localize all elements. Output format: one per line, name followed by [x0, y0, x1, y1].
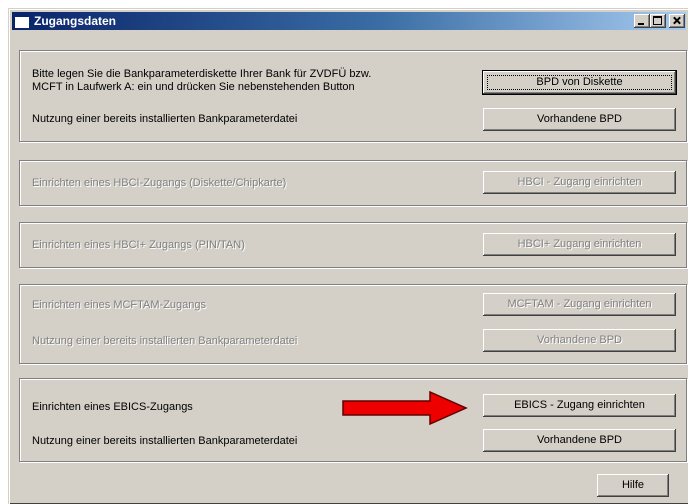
window-title: Zugangsdaten: [34, 14, 117, 28]
red-arrow-icon: [342, 391, 468, 425]
ebics-vorhandene-bpd-button[interactable]: Vorhandene BPD: [483, 429, 676, 452]
vorhandene-bpd-button[interactable]: Vorhandene BPD: [483, 108, 676, 131]
hbci-zugang-button[interactable]: HBCI - Zugang einrichten: [483, 171, 676, 194]
ebics-text: Einrichten eines EBICS-Zugangs: [32, 401, 193, 413]
minimize-icon[interactable]: [634, 14, 650, 28]
hbci-plus-zugang-button[interactable]: HBCI+ Zugang einrichten: [483, 233, 676, 256]
title-bar[interactable]: Zugangsdaten: [12, 12, 686, 30]
hbci-group: Einrichten eines HBCI-Zugangs (Diskette/…: [19, 160, 687, 206]
mcftam-text: Einrichten eines MCFTAM-Zugangs: [32, 299, 207, 311]
hbci-text: Einrichten eines HBCI-Zugangs (Diskette/…: [32, 177, 287, 189]
ebics-installed-bpd-text: Nutzung einer bereits installierten Bank…: [32, 435, 298, 447]
bpd-diskette-group: Bitte legen Sie die Bankparameterdiskett…: [19, 50, 687, 142]
mcftam-group: Einrichten eines MCFTAM-Zugangs MCFTAM -…: [19, 284, 687, 364]
hilfe-button[interactable]: Hilfe: [597, 474, 669, 497]
diskette-instruction-line2: MCFT in Laufwerk A: ein und drücken Sie …: [32, 81, 355, 93]
mcftam-zugang-button[interactable]: MCFTAM - Zugang einrichten: [483, 293, 676, 316]
diskette-instruction-line1: Bitte legen Sie die Bankparameterdiskett…: [32, 68, 372, 80]
installed-bpd-text: Nutzung einer bereits installierten Bank…: [32, 113, 298, 125]
maximize-icon[interactable]: [650, 14, 666, 28]
hbci-plus-text: Einrichten eines HBCI+ Zugangs (PIN/TAN): [32, 239, 245, 251]
ebics-zugang-button[interactable]: EBICS - Zugang einrichten: [483, 394, 676, 417]
bpd-von-diskette-button[interactable]: BPD von Diskette: [483, 71, 676, 94]
zugangsdaten-window: Zugangsdaten Bitte legen Sie die Bankpar…: [8, 8, 688, 504]
window-app-icon: [15, 14, 29, 28]
hbci-plus-group: Einrichten eines HBCI+ Zugangs (PIN/TAN)…: [19, 222, 687, 268]
mcftam-installed-bpd-text: Nutzung einer bereits installierten Bank…: [32, 335, 298, 347]
mcftam-vorhandene-bpd-button[interactable]: Vorhandene BPD: [483, 329, 676, 352]
close-icon[interactable]: [669, 14, 685, 28]
